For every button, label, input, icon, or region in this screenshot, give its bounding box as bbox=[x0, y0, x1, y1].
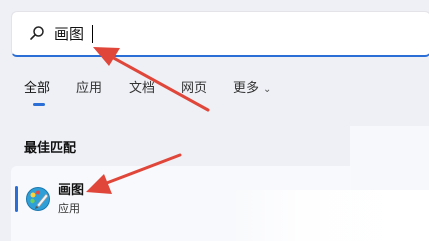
tab-more-label: 更多 bbox=[233, 81, 260, 96]
chevron-down-icon: ⌄ bbox=[263, 84, 272, 95]
tab-more[interactable]: 更多 ⌄ bbox=[233, 80, 271, 99]
tab-apps[interactable]: 应用 bbox=[76, 80, 102, 98]
text-cursor bbox=[92, 25, 93, 43]
result-app-type: 应用 bbox=[58, 202, 80, 215]
search-box[interactable]: 画图 bbox=[11, 11, 429, 57]
selection-indicator bbox=[15, 186, 18, 212]
white-fade-overlay bbox=[228, 190, 429, 241]
search-icon bbox=[30, 26, 44, 40]
result-app-name: 画图 bbox=[58, 183, 85, 198]
tab-all[interactable]: 全部 bbox=[24, 80, 50, 98]
tab-documents[interactable]: 文档 bbox=[129, 80, 155, 98]
tab-web[interactable]: 网页 bbox=[181, 80, 207, 98]
search-input[interactable]: 画图 bbox=[54, 24, 84, 44]
tab-active-indicator bbox=[33, 103, 45, 106]
filter-tabs: 全部 应用 文档 网页 更多 ⌄ bbox=[0, 80, 429, 110]
paint-app-icon bbox=[26, 187, 50, 211]
section-title: 最佳匹配 bbox=[24, 141, 77, 156]
